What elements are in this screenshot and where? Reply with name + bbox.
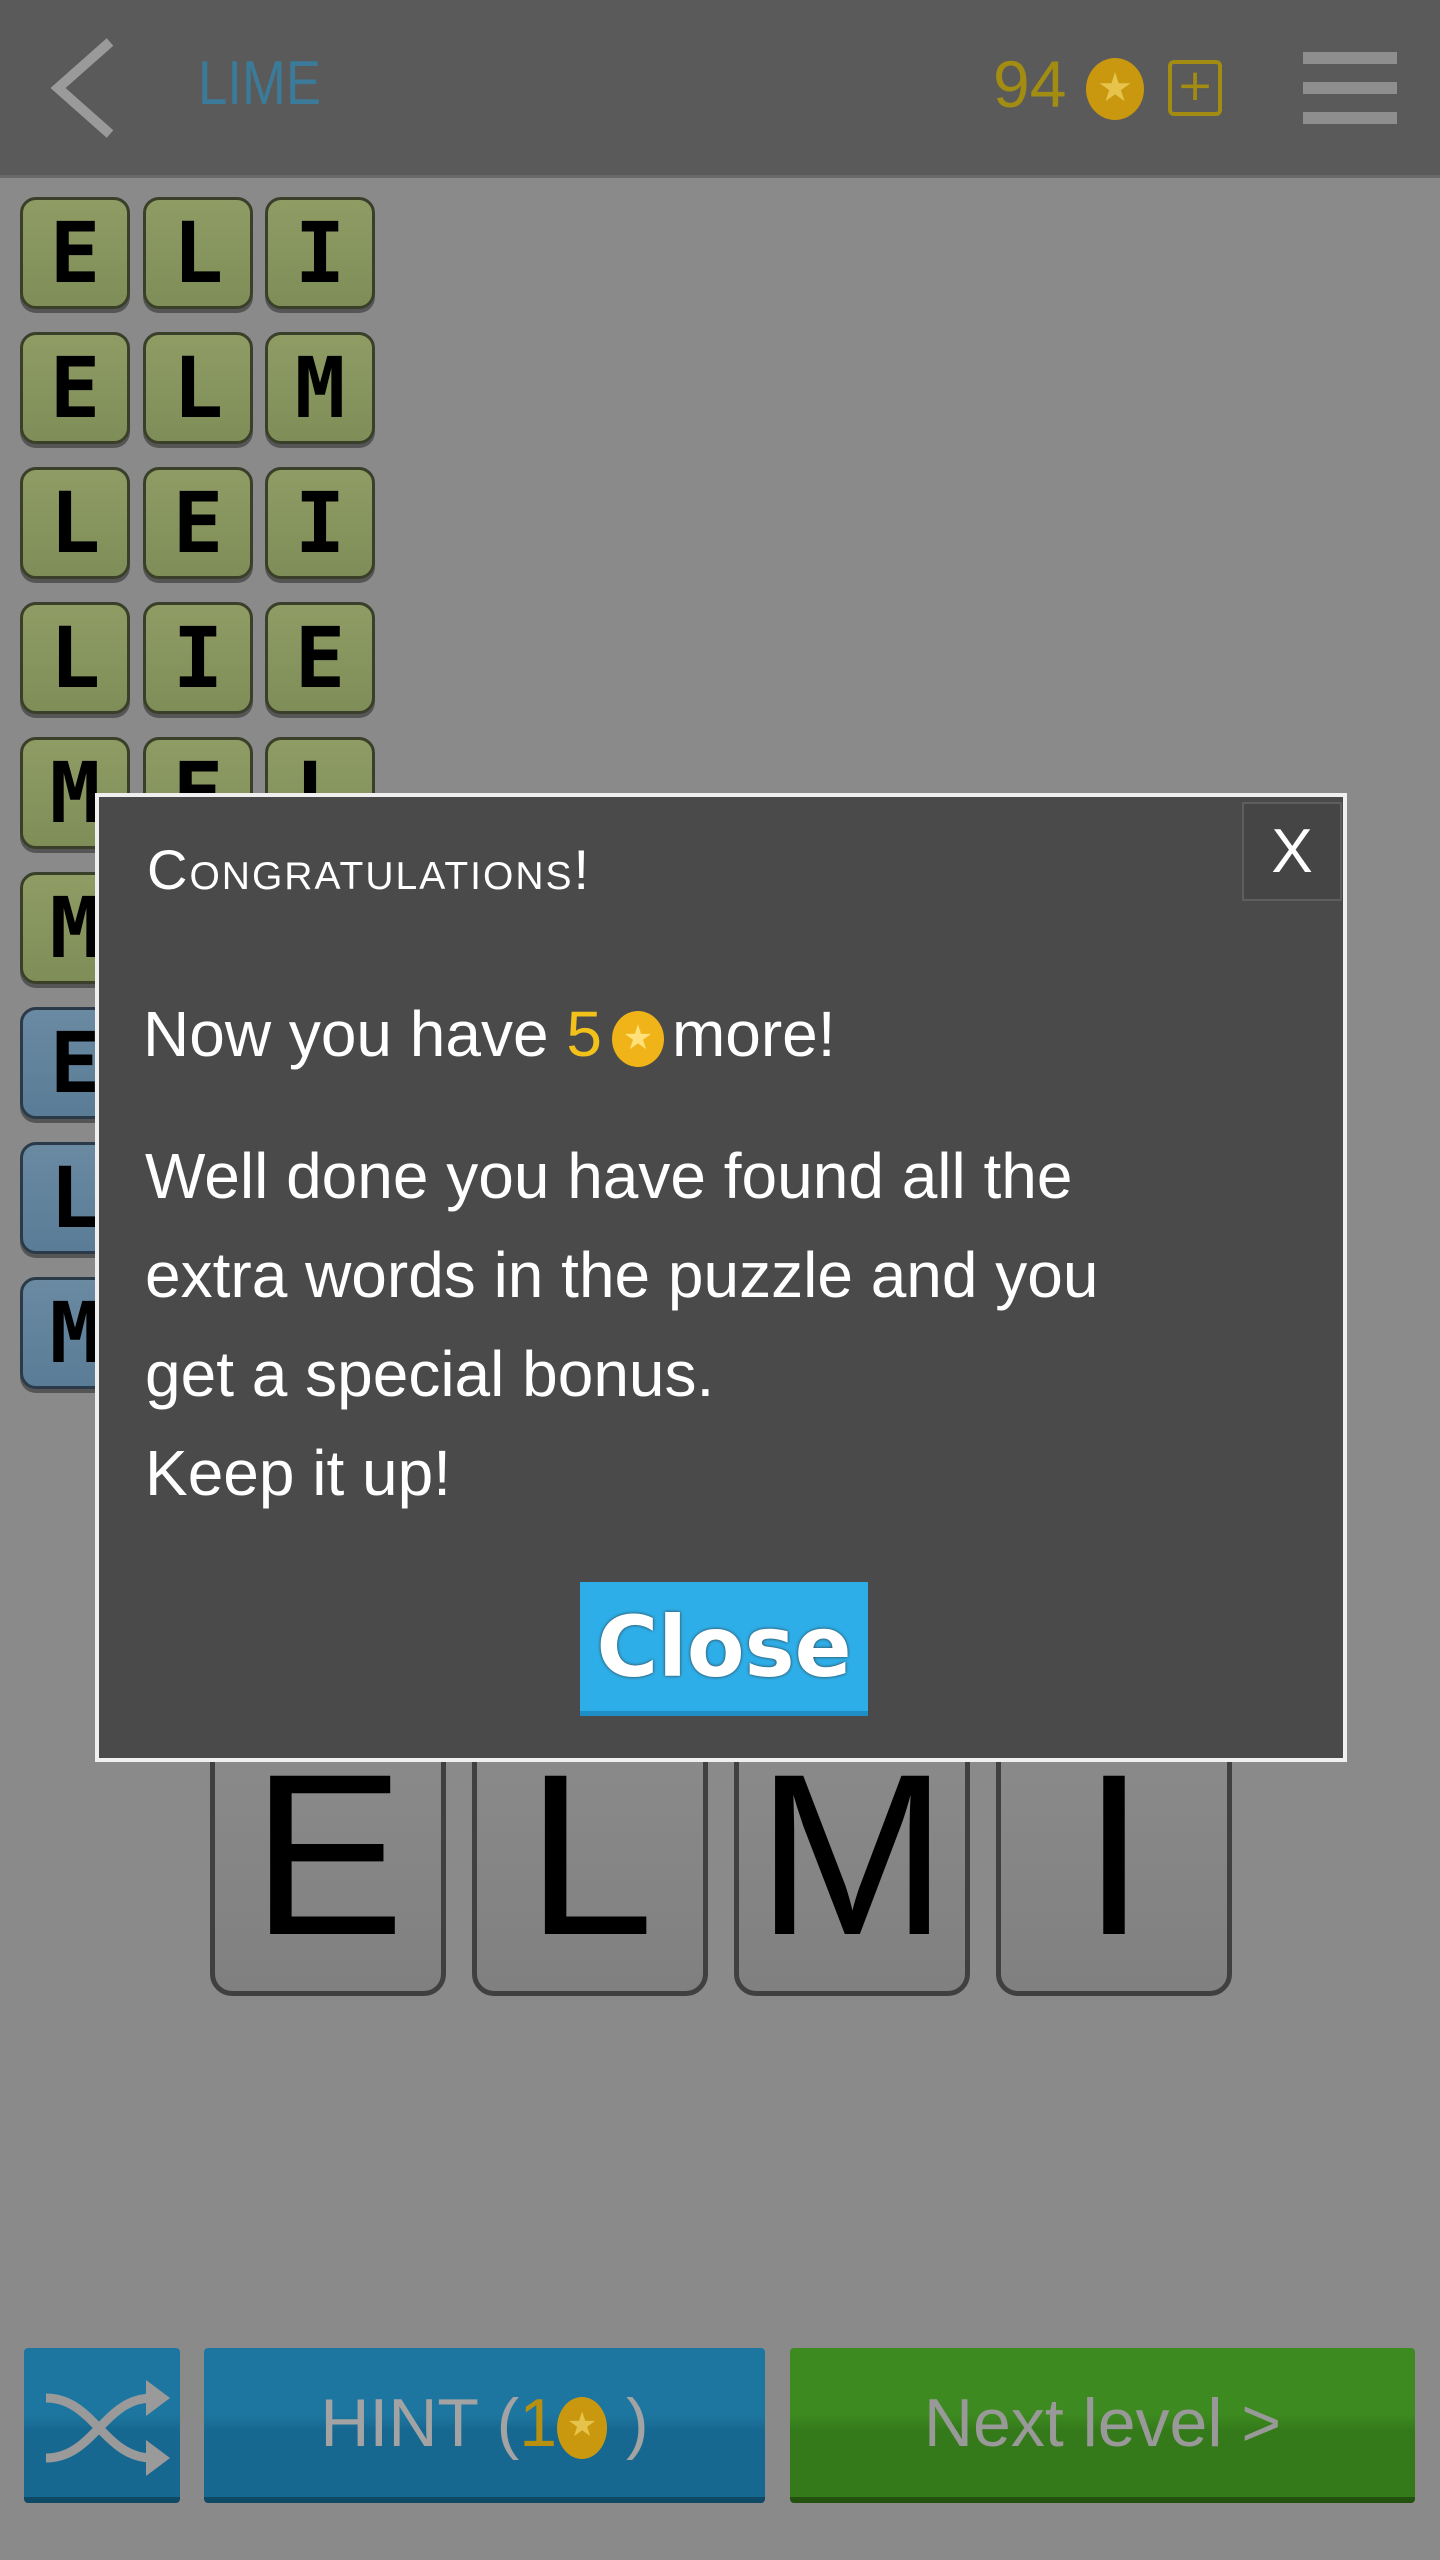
congratulations-dialog: X Congratulations! Now you have 5 more! W… [95, 793, 1347, 1762]
hamburger-menu-icon[interactable] [1303, 52, 1397, 124]
word-letter-tile: M [265, 332, 375, 444]
word-letter-tile: L [143, 197, 253, 309]
coin-star-icon [557, 2397, 608, 2460]
word-letter-tile: E [265, 602, 375, 714]
word-letter-tile: L [20, 602, 130, 714]
dialog-message: Well done you have found all the extra w… [145, 1127, 1305, 1523]
reward-line: Now you have 5 more! [143, 997, 836, 1071]
word-letter-tile: I [265, 467, 375, 579]
message-line: get a special bonus. [145, 1338, 715, 1410]
word-letter-tile: I [143, 602, 253, 714]
reward-prefix: Now you have [143, 998, 549, 1070]
coin-star-icon [1086, 58, 1144, 120]
back-arrow-icon[interactable] [48, 38, 118, 138]
dialog-close-x-button[interactable]: X [1242, 802, 1342, 901]
reward-suffix: more! [671, 998, 836, 1070]
word-letter-tile: L [20, 467, 130, 579]
close-button[interactable]: Close [580, 1582, 868, 1716]
message-line: Keep it up! [145, 1437, 451, 1509]
add-coins-button[interactable]: + [1168, 60, 1222, 116]
word-letter-tile: E [20, 197, 130, 309]
word-letter-tile: L [143, 332, 253, 444]
level-title: LIME [198, 49, 322, 118]
word-letter-tile: I [265, 197, 375, 309]
next-level-button[interactable]: Next level > [790, 2348, 1415, 2503]
coin-count: 94 [993, 47, 1067, 121]
shuffle-button[interactable] [24, 2348, 180, 2503]
hint-label: HINT ( [320, 2385, 520, 2461]
word-letter-tile: E [143, 467, 253, 579]
dialog-title: Congratulations! [147, 838, 592, 901]
coin-star-icon [611, 1011, 664, 1068]
hint-cost: 1 [519, 2385, 558, 2461]
hint-button[interactable]: HINT (1 ) [204, 2348, 765, 2503]
top-bar: LIME 94 + [0, 0, 1440, 178]
message-line: extra words in the puzzle and you [145, 1239, 1099, 1311]
word-letter-tile: E [20, 332, 130, 444]
message-line: Well done you have found all the [145, 1140, 1073, 1212]
hint-close-paren: ) [626, 2385, 649, 2461]
reward-amount: 5 [566, 998, 602, 1070]
shuffle-icon [45, 2380, 170, 2476]
